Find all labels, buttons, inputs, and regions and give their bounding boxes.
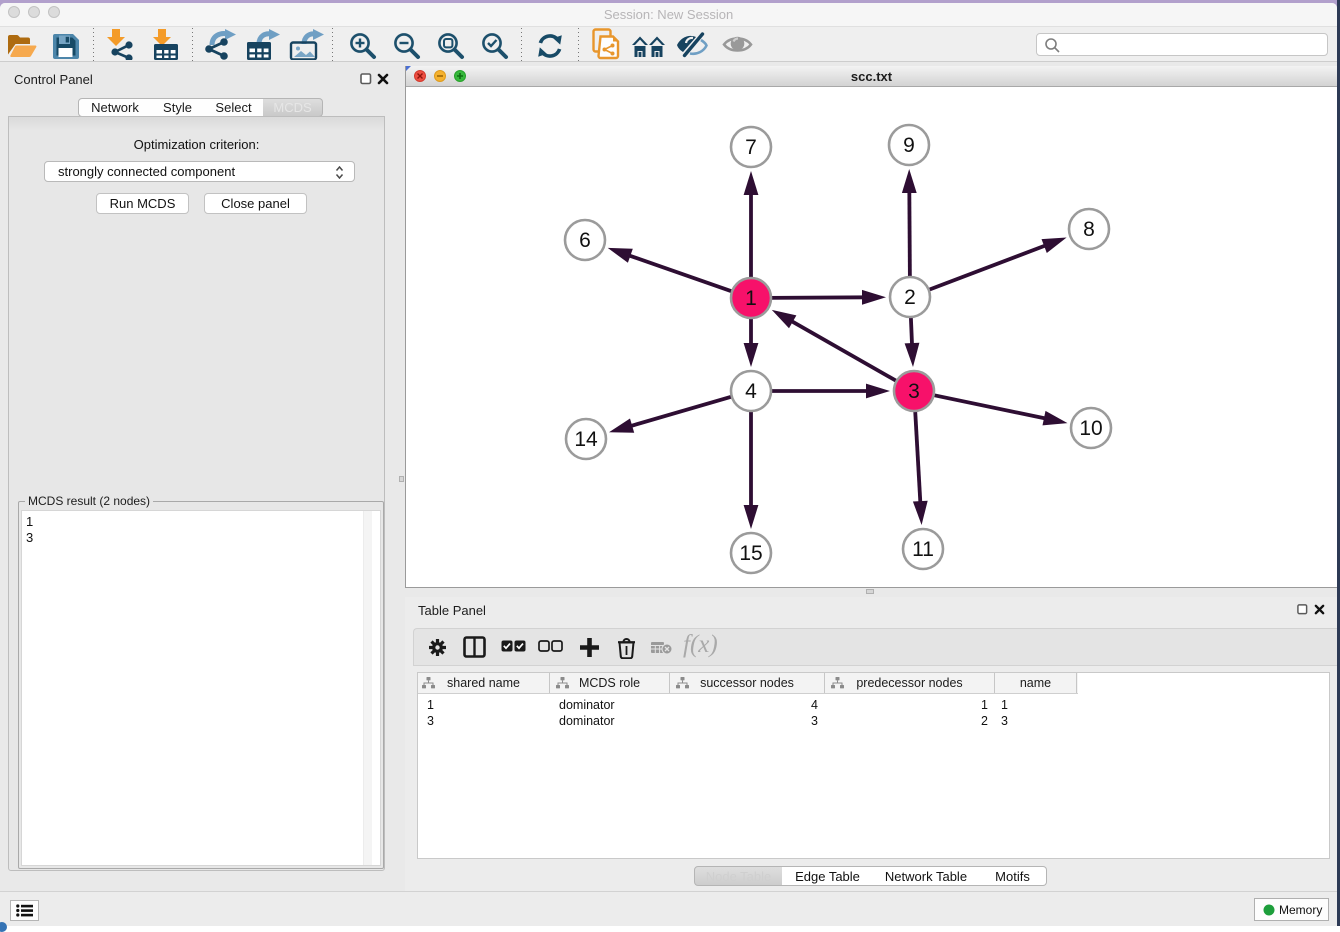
svg-text:14: 14	[574, 428, 598, 451]
svg-text:1: 1	[745, 287, 757, 310]
svg-text:9: 9	[903, 134, 915, 157]
svg-text:11: 11	[912, 538, 934, 561]
svg-text:7: 7	[745, 136, 757, 159]
svg-text:15: 15	[739, 542, 762, 565]
svg-text:10: 10	[1079, 417, 1102, 440]
svg-text:2: 2	[904, 286, 916, 309]
svg-text:8: 8	[1083, 218, 1095, 241]
svg-text:3: 3	[908, 380, 920, 403]
svg-text:6: 6	[579, 229, 591, 252]
svg-text:4: 4	[745, 380, 757, 403]
